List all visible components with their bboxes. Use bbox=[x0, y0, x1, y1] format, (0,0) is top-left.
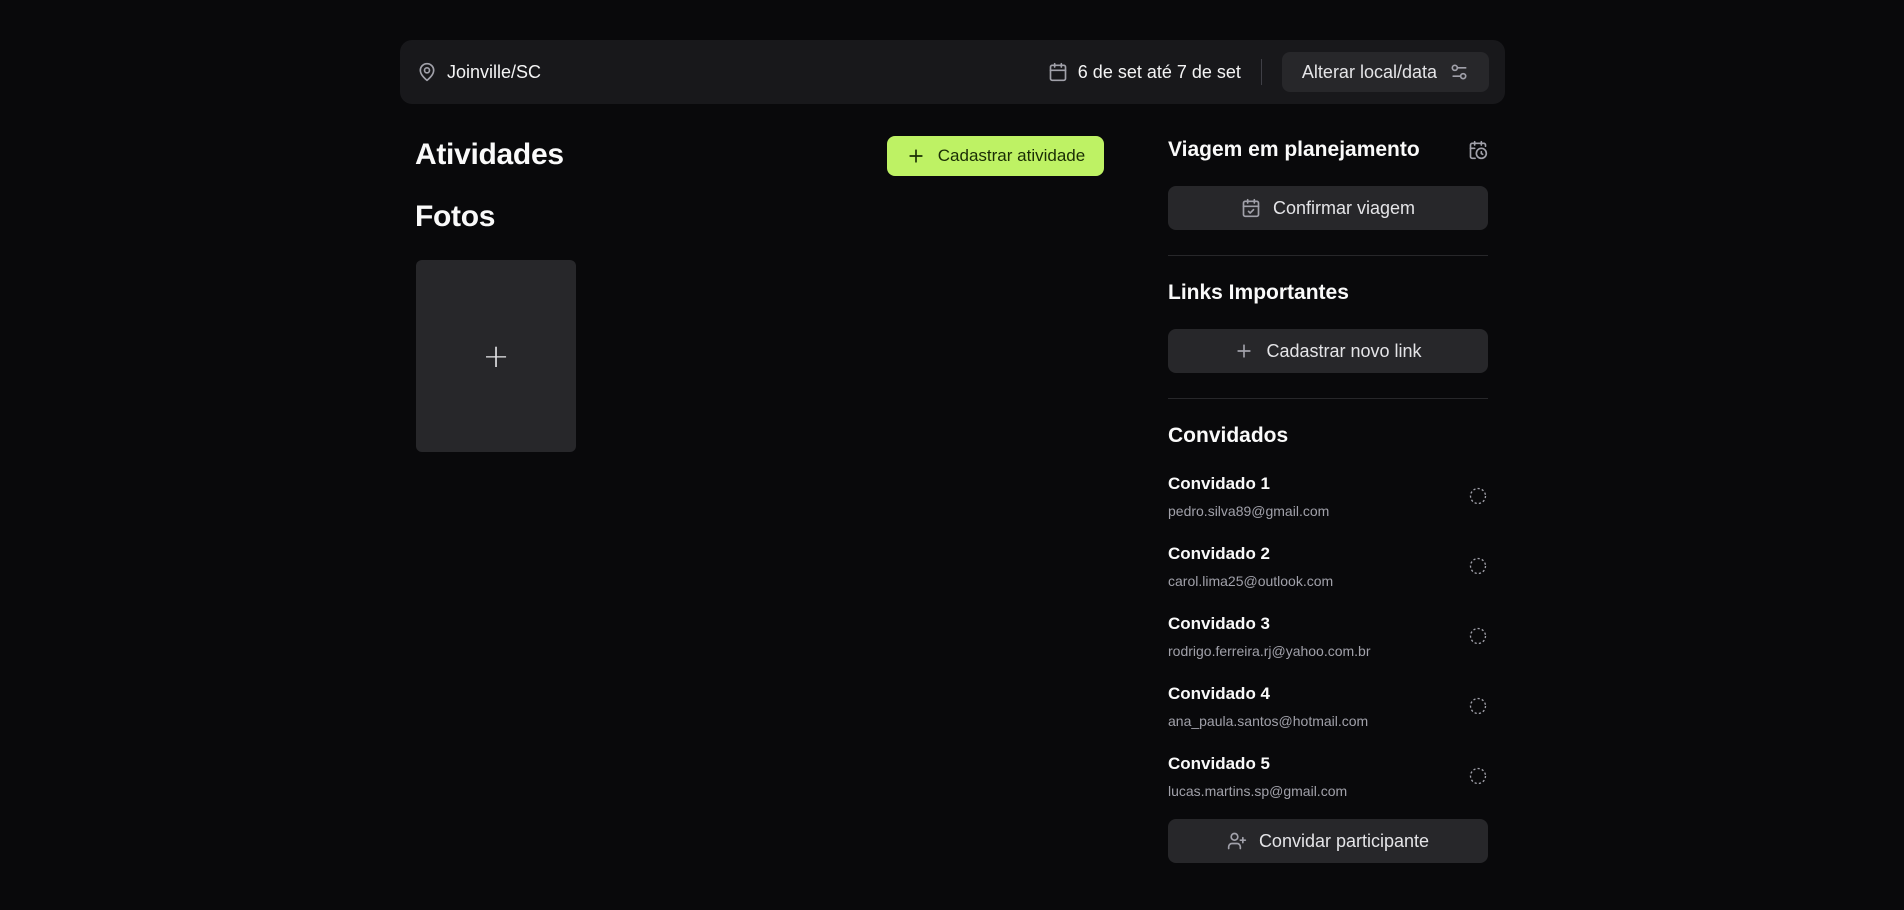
confirm-trip-label: Confirmar viagem bbox=[1272, 197, 1416, 218]
pending-circle-icon bbox=[1468, 556, 1488, 576]
change-location-date-label: Alterar local/data bbox=[1301, 61, 1437, 82]
settings-sliders-icon bbox=[1449, 62, 1469, 82]
invite-participant-button[interactable]: Convidar participante bbox=[1168, 819, 1488, 863]
location-text: Joinville/SC bbox=[447, 61, 542, 82]
add-activity-button[interactable]: Cadastrar atividade bbox=[887, 136, 1104, 176]
guest-email: rodrigo.ferreira.rj@yahoo.com.br bbox=[1168, 642, 1371, 659]
guest-row: Convidado 4 ana_paula.santos@hotmail.com bbox=[1168, 679, 1488, 733]
add-photo-plus-icon: + bbox=[482, 337, 510, 375]
guest-row: Convidado 1 pedro.silva89@gmail.com bbox=[1168, 469, 1488, 523]
trip-status-title: Viagem em planejamento bbox=[1168, 138, 1420, 161]
calendar-clock-icon[interactable] bbox=[1468, 140, 1488, 160]
guest-list: Convidado 1 pedro.silva89@gmail.com Conv… bbox=[1168, 469, 1488, 803]
user-plus-icon bbox=[1227, 831, 1247, 851]
pending-circle-icon bbox=[1468, 696, 1488, 716]
section-divider bbox=[1168, 255, 1488, 256]
guest-row: Convidado 2 carol.lima25@outlook.com bbox=[1168, 539, 1488, 593]
calendar-check-icon bbox=[1241, 198, 1261, 218]
pending-circle-icon bbox=[1468, 626, 1488, 646]
trip-status-row: Viagem em planejamento bbox=[1168, 138, 1488, 162]
photos-title: Fotos bbox=[415, 200, 496, 233]
add-link-button[interactable]: Cadastrar novo link bbox=[1168, 329, 1488, 373]
guest-name: Convidado 1 bbox=[1168, 473, 1271, 493]
date-range-display: 6 de set até 7 de set bbox=[1048, 62, 1241, 83]
location-display: Joinville/SC bbox=[417, 62, 541, 83]
activities-title: Atividades bbox=[415, 138, 564, 171]
section-divider bbox=[1168, 398, 1488, 399]
guests-title: Convidados bbox=[1168, 424, 1289, 447]
invite-participant-label: Convidar participante bbox=[1258, 830, 1430, 851]
plus-icon bbox=[906, 146, 926, 166]
add-photo-button[interactable]: + bbox=[416, 260, 576, 452]
trip-details-page: Joinville/SC 6 de set até 7 de set Alter… bbox=[0, 0, 1904, 910]
guest-name: Convidado 4 bbox=[1168, 683, 1271, 703]
add-activity-label: Cadastrar atividade bbox=[937, 146, 1086, 165]
pending-circle-icon bbox=[1468, 766, 1488, 786]
plus-icon bbox=[1234, 341, 1254, 361]
change-location-date-button[interactable]: Alterar local/data bbox=[1281, 52, 1489, 92]
trip-sidebar: Viagem em planejamento Confirmar viagem … bbox=[1168, 136, 1488, 863]
header-divider bbox=[1260, 59, 1262, 85]
confirm-trip-button[interactable]: Confirmar viagem bbox=[1168, 186, 1488, 230]
guest-email: pedro.silva89@gmail.com bbox=[1168, 502, 1330, 519]
guest-name: Convidado 3 bbox=[1168, 613, 1271, 633]
guest-name: Convidado 2 bbox=[1168, 543, 1271, 563]
guest-email: carol.lima25@outlook.com bbox=[1168, 572, 1334, 589]
guest-email: lucas.martins.sp@gmail.com bbox=[1168, 782, 1348, 799]
guest-email: ana_paula.santos@hotmail.com bbox=[1168, 712, 1369, 729]
guest-name: Convidado 5 bbox=[1168, 753, 1271, 773]
guest-row: Convidado 5 lucas.martins.sp@gmail.com bbox=[1168, 749, 1488, 803]
date-range-text: 6 de set até 7 de set bbox=[1077, 61, 1241, 82]
links-title: Links Importantes bbox=[1168, 281, 1349, 304]
guest-row: Convidado 3 rodrigo.ferreira.rj@yahoo.co… bbox=[1168, 609, 1488, 663]
pending-circle-icon bbox=[1468, 486, 1488, 506]
calendar-icon bbox=[1048, 62, 1068, 82]
trip-header: Joinville/SC 6 de set até 7 de set Alter… bbox=[400, 40, 1505, 104]
map-pin-icon bbox=[417, 62, 437, 82]
add-link-label: Cadastrar novo link bbox=[1266, 340, 1422, 361]
